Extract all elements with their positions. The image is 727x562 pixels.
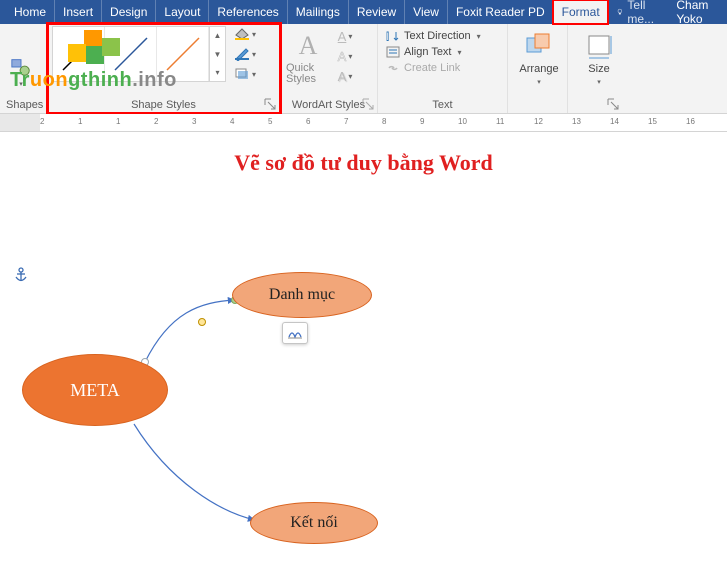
text-outline-a-icon: A — [338, 49, 347, 64]
ruler-tick: 1 — [116, 117, 120, 126]
ruler-tick: 6 — [306, 117, 310, 126]
tab-design[interactable]: Design — [101, 0, 155, 24]
layout-options-icon — [287, 326, 303, 340]
align-text-button[interactable]: Align Text▾ — [386, 46, 499, 58]
ribbon: Truongthinh.info ▾ Shapes ▲ ▼ ▾ — [0, 24, 727, 114]
wordart-dialog-launcher-icon[interactable] — [362, 98, 374, 110]
group-insert-shapes: ▾ Shapes — [0, 24, 48, 113]
style-thumb-2[interactable] — [105, 27, 157, 81]
size-button[interactable]: Size ▾ — [574, 28, 624, 90]
ruler-tick: 15 — [648, 117, 657, 126]
group-shape-styles: ▲ ▼ ▾ ▾ ▾ ▾ Shape Styles — [48, 24, 280, 113]
text-effects-button[interactable]: A▾ — [336, 68, 354, 84]
shape-danhmuc-oval[interactable]: Danh mục — [232, 272, 372, 318]
size-icon — [585, 32, 613, 60]
ribbon-tabs-bar: Home Insert Design Layout References Mai… — [0, 0, 727, 24]
style-thumb-1[interactable] — [53, 27, 105, 81]
tab-mailings[interactable]: Mailings — [287, 0, 348, 24]
group-label-shape-styles: Shape Styles — [52, 97, 275, 111]
tab-review[interactable]: Review — [348, 0, 404, 24]
tab-foxit-reader[interactable]: Foxit Reader PD — [447, 0, 553, 24]
text-fill-a-icon: A — [338, 29, 347, 44]
group-size: Size ▾ — [568, 24, 622, 113]
tab-format[interactable]: Format — [553, 0, 608, 24]
ruler-tick: 7 — [344, 117, 348, 126]
group-label-shapes: Shapes — [6, 97, 41, 111]
group-label-wordart: WordArt Styles — [286, 97, 371, 111]
shapes-icon — [10, 56, 32, 78]
ruler-tick: 14 — [610, 117, 619, 126]
gallery-scroll-down[interactable]: ▼ — [210, 45, 225, 64]
group-text: ⫿ Text Direction▾ Align Text▾ Create Lin… — [378, 24, 508, 113]
text-fill-button[interactable]: A▾ — [336, 28, 354, 44]
arrange-icon — [525, 32, 553, 60]
ruler-tick: 10 — [458, 117, 467, 126]
size-dialog-launcher-icon[interactable] — [607, 98, 619, 110]
ruler-tick: 13 — [572, 117, 581, 126]
anchor-icon — [14, 267, 28, 283]
tell-me-search[interactable]: Tell me... — [608, 0, 667, 24]
paint-bucket-icon — [234, 27, 250, 41]
connectors — [0, 132, 727, 562]
shape-effects-button[interactable]: ▾ — [234, 66, 256, 82]
gallery-more[interactable]: ▾ — [210, 63, 225, 82]
tab-references[interactable]: References — [208, 0, 286, 24]
ruler-tick: 9 — [420, 117, 424, 126]
ruler-tick: 12 — [534, 117, 543, 126]
layout-options-button[interactable] — [282, 322, 308, 344]
link-icon — [386, 62, 400, 74]
gallery-scroll-up[interactable]: ▲ — [210, 26, 225, 45]
horizontal-ruler[interactable]: 2112345678910111213141516 — [0, 114, 727, 132]
tab-layout[interactable]: Layout — [155, 0, 208, 24]
tab-view[interactable]: View — [404, 0, 447, 24]
align-text-icon — [386, 46, 400, 58]
wordart-a-icon: A — [299, 31, 318, 61]
shape-styles-gallery[interactable]: ▲ ▼ ▾ — [52, 26, 226, 82]
ruler-tick: 16 — [686, 117, 695, 126]
shape-meta-oval[interactable]: META — [22, 354, 168, 426]
document-canvas[interactable]: Vẽ sơ đồ tư duy bằng Word META Danh mục … — [0, 132, 727, 562]
create-link-button[interactable]: Create Link — [386, 62, 499, 74]
quick-styles-button[interactable]: A Quick Styles — [286, 28, 330, 88]
group-label-text: Text — [384, 97, 501, 111]
ruler-tick: 11 — [496, 117, 504, 126]
user-name-label: Cham Yoko — [676, 0, 717, 26]
shape-outline-button[interactable]: ▾ — [234, 46, 256, 62]
text-direction-button[interactable]: ⫿ Text Direction▾ — [386, 30, 499, 42]
effects-icon — [234, 67, 250, 81]
text-effects-a-icon: A — [338, 69, 347, 84]
group-arrange: Arrange ▾ — [508, 24, 568, 113]
svg-text:⫿: ⫿ — [386, 31, 389, 42]
tab-home[interactable]: Home — [0, 0, 54, 24]
user-account[interactable]: Cham Yoko — [666, 0, 727, 24]
ruler-tick: 4 — [230, 117, 234, 126]
text-direction-icon: ⫿ — [386, 30, 400, 42]
shape-fill-button[interactable]: ▾ — [234, 26, 256, 42]
style-thumb-3[interactable] — [157, 27, 209, 81]
connector-handle-mid[interactable] — [198, 318, 206, 326]
ruler-tick: 3 — [192, 117, 196, 126]
tell-me-label: Tell me... — [627, 0, 658, 26]
dialog-launcher-icon[interactable] — [264, 98, 276, 110]
ruler-tick: 1 — [78, 117, 82, 126]
pen-icon — [234, 47, 250, 61]
text-outline-button[interactable]: A▾ — [336, 48, 354, 64]
ruler-tick: 8 — [382, 117, 386, 126]
shape-ketnoi-oval[interactable]: Kết nối — [250, 502, 378, 544]
ruler-tick: 5 — [268, 117, 272, 126]
lightbulb-icon — [616, 6, 624, 18]
ruler-tick: 2 — [154, 117, 158, 126]
ruler-tick: 2 — [40, 117, 44, 126]
arrange-button[interactable]: Arrange ▾ — [514, 28, 564, 90]
shapes-gallery-button[interactable]: ▾ — [6, 28, 36, 88]
document-title: Vẽ sơ đồ tư duy bằng Word — [0, 150, 727, 176]
group-wordart-styles: A Quick Styles A▾ A▾ A▾ WordArt Styles — [280, 24, 378, 113]
tab-insert[interactable]: Insert — [54, 0, 101, 24]
